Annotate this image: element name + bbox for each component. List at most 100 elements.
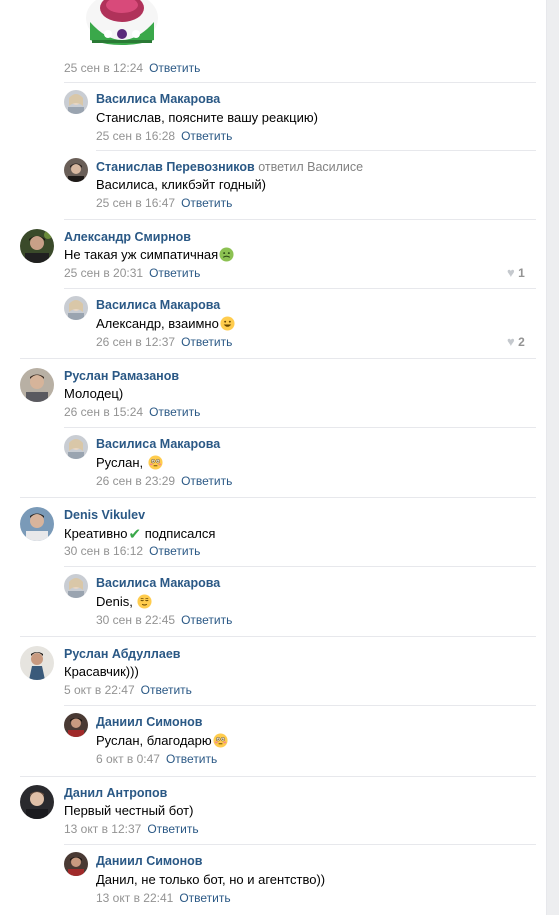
heart-icon: ♥ xyxy=(507,265,515,280)
avatar[interactable] xyxy=(64,852,88,876)
reply-link[interactable]: Ответить xyxy=(166,752,217,766)
separator xyxy=(20,636,536,637)
comment-meta: 13 окт в 22:41 Ответить xyxy=(96,891,231,905)
comment-author[interactable]: Василиса Макарова xyxy=(96,298,220,312)
comment-meta: 25 сен в 16:47 Ответить xyxy=(96,196,232,210)
reply-link[interactable]: Ответить xyxy=(149,405,200,419)
reply-link[interactable]: Ответить xyxy=(141,683,192,697)
heart-icon: ♥ xyxy=(507,334,515,349)
author-name[interactable]: Станислав Перевозников xyxy=(96,160,255,174)
reply-link[interactable]: Ответить xyxy=(149,61,200,75)
comment-author[interactable]: Данил Антропов xyxy=(64,786,167,800)
comment-date[interactable]: 25 сен в 16:28 xyxy=(96,129,175,143)
comment-text: Красавчик))) xyxy=(64,664,139,679)
comment-meta: 25 сен в 20:31 Ответить xyxy=(64,266,200,280)
comment-text-body: Руслан, xyxy=(96,455,144,470)
reply-link[interactable]: Ответить xyxy=(149,266,200,280)
avatar[interactable] xyxy=(20,368,54,402)
avatar[interactable] xyxy=(64,713,88,737)
comment-author[interactable]: Василиса Макарова xyxy=(96,576,220,590)
comment-text-body: Александр, взаимно xyxy=(96,316,219,331)
comment-date[interactable]: 6 окт в 0:47 xyxy=(96,752,160,766)
reply-link[interactable]: Ответить xyxy=(181,129,232,143)
comment-meta: 26 сен в 15:24 Ответить xyxy=(64,405,200,419)
comment-meta: 13 окт в 12:37 Ответить xyxy=(64,822,199,836)
comment-date[interactable]: 25 сен в 20:31 xyxy=(64,266,143,280)
comment-text: Не такая уж симпатичная xyxy=(64,247,234,265)
separator xyxy=(64,427,536,428)
grinning-emoji xyxy=(220,316,235,334)
avatar[interactable] xyxy=(64,296,88,320)
comment-text-body: Креативно xyxy=(64,526,128,541)
comment-date[interactable]: 30 сен в 16:12 xyxy=(64,544,143,558)
comment-author[interactable]: Denis Vikulev xyxy=(64,508,145,522)
like-button[interactable]: ♥ 2 xyxy=(507,334,525,349)
comment-date[interactable]: 13 окт в 12:37 xyxy=(64,822,141,836)
avatar[interactable] xyxy=(20,229,54,263)
avatar[interactable] xyxy=(64,435,88,459)
comment-date[interactable]: 13 окт в 22:41 xyxy=(96,891,173,905)
comment-date[interactable]: 30 сен в 22:45 xyxy=(96,613,175,627)
comment-text: Данил, не только бот, но и агентство)) xyxy=(96,872,326,887)
comments-panel: 25 сен в 12:24 Ответить Василиса Макарова… xyxy=(0,0,547,915)
comment-author[interactable]: Руслан Абдуллаев xyxy=(64,647,180,661)
comment-author[interactable]: Даниил Симонов xyxy=(96,715,203,729)
comment-author[interactable]: Василиса Макарова xyxy=(96,92,220,106)
comment-meta: 30 сен в 16:12 Ответить xyxy=(64,544,200,558)
comment-text: Александр, взаимно xyxy=(96,316,235,334)
comment-meta: 25 сен в 12:24 Ответить xyxy=(64,61,200,75)
reply-to-label[interactable]: ответил Василисе xyxy=(258,160,363,174)
comment-text: Руслан, xyxy=(96,455,163,473)
comment-date[interactable]: 25 сен в 12:24 xyxy=(64,61,143,75)
reply-link[interactable]: Ответить xyxy=(179,891,230,905)
sticker-image xyxy=(82,0,162,46)
comment-text: Denis, xyxy=(96,594,153,612)
avatar[interactable] xyxy=(64,90,88,114)
reply-link[interactable]: Ответить xyxy=(149,544,200,558)
comment-text-body: Denis, xyxy=(96,594,133,609)
comment-author[interactable]: Александр Смирнов xyxy=(64,230,191,244)
comment-text: Молодец) xyxy=(64,386,124,401)
comment-author[interactable]: Станислав Перевозников ответил Василисе xyxy=(96,160,363,174)
avatar[interactable] xyxy=(20,785,54,819)
comment-text: Станислав, поясните вашу реакцию) xyxy=(96,110,318,125)
reply-link[interactable]: Ответить xyxy=(181,196,232,210)
comment-date[interactable]: 26 сен в 12:37 xyxy=(96,335,175,349)
comment-text: Руслан, благодарю xyxy=(96,733,228,751)
comment-text-tail: подписался xyxy=(141,526,216,541)
comment-author[interactable]: Василиса Макарова xyxy=(96,437,220,451)
reply-link[interactable]: Ответить xyxy=(181,474,232,488)
comment-date[interactable]: 26 сен в 23:29 xyxy=(96,474,175,488)
separator xyxy=(64,566,536,567)
relieved-emoji xyxy=(137,594,153,612)
separator xyxy=(20,358,536,359)
comment-date[interactable]: 25 сен в 16:47 xyxy=(96,196,175,210)
comment-date[interactable]: 26 сен в 15:24 xyxy=(64,405,143,419)
avatar[interactable] xyxy=(20,646,54,680)
reply-link[interactable]: Ответить xyxy=(181,335,232,349)
comment-text-body: Руслан, благодарю xyxy=(96,733,212,748)
comment-text: Первый честный бот) xyxy=(64,803,194,818)
avatar[interactable] xyxy=(64,574,88,598)
comment-meta: 26 сен в 12:37 Ответить xyxy=(96,335,232,349)
reply-link[interactable]: Ответить xyxy=(147,822,198,836)
comment-author[interactable]: Даниил Симонов xyxy=(96,854,203,868)
comment-date[interactable]: 5 окт в 22:47 xyxy=(64,683,135,697)
separator xyxy=(64,219,536,220)
comment-text: Креативно✔ подписался xyxy=(64,525,215,543)
avatar[interactable] xyxy=(64,158,88,182)
separator xyxy=(64,705,536,706)
comment-meta: 5 окт в 22:47 Ответить xyxy=(64,683,192,697)
comment-text: Василиса, кликбэйт годный) xyxy=(96,177,266,192)
comment-meta: 6 окт в 0:47 Ответить xyxy=(96,752,217,766)
comment-meta: 25 сен в 16:28 Ответить xyxy=(96,129,232,143)
like-button[interactable]: ♥ 1 xyxy=(507,265,525,280)
separator xyxy=(64,288,536,289)
separator xyxy=(64,844,536,845)
comment-author[interactable]: Руслан Рамазанов xyxy=(64,369,179,383)
flushed-emoji xyxy=(148,455,163,473)
reply-link[interactable]: Ответить xyxy=(181,613,232,627)
avatar[interactable] xyxy=(20,507,54,541)
like-count: 1 xyxy=(518,266,525,280)
separator xyxy=(20,776,536,777)
